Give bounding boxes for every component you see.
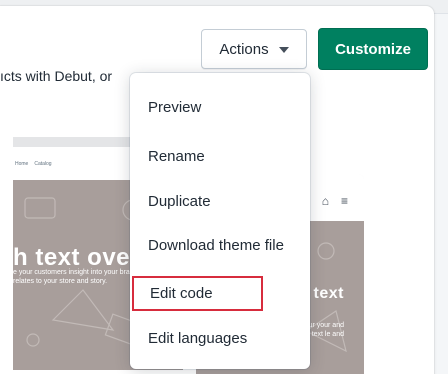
menu-icon: ≡ <box>340 194 348 208</box>
cart-icon: ⌂ <box>321 194 329 208</box>
mobile-hero-title: text <box>313 285 344 302</box>
actions-button[interactable]: Actions <box>201 29 307 69</box>
caret-down-icon <box>278 47 289 53</box>
mobile-header-icons: ⌂ ≡ <box>322 194 348 208</box>
menu-item-edit-languages[interactable]: Edit languages <box>130 316 310 360</box>
customize-button[interactable]: Customize <box>318 28 428 70</box>
menu-item-download-theme[interactable]: Download theme file <box>130 223 310 267</box>
menu-item-rename[interactable]: Rename <box>130 134 310 178</box>
menu-item-duplicate[interactable]: Duplicate <box>130 179 310 223</box>
actions-menu: Preview Rename Duplicate Download theme … <box>130 73 310 369</box>
preview-nav-home: Home <box>15 160 29 167</box>
menu-item-edit-code[interactable]: Edit code <box>132 276 263 311</box>
menu-item-preview[interactable]: Preview <box>130 85 310 129</box>
preview-nav-catalog: Catalog <box>34 160 52 167</box>
theme-description: ıcts with Debut, or <box>0 68 113 84</box>
actions-label: Actions <box>219 40 269 58</box>
